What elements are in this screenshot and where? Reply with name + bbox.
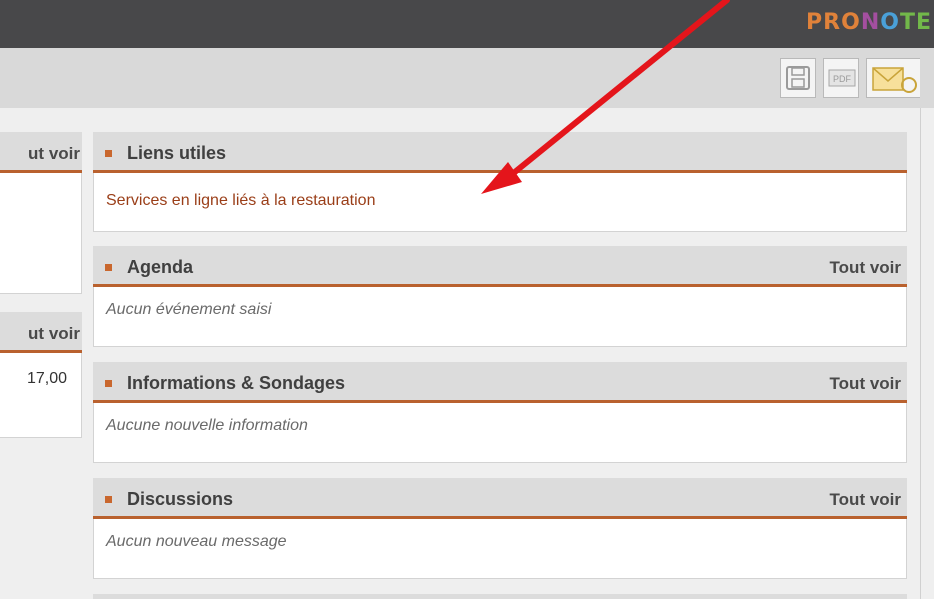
widget-body: Aucun événement saisi [93,287,907,347]
empty-message: Aucun événement saisi [106,301,272,318]
left-panel-1: ut voir [0,132,82,294]
widget-header: Discussions Tout voir [93,478,907,519]
email-button[interactable] [866,58,920,98]
see-all-link[interactable]: ut voir [28,324,80,344]
logo-part: O [880,10,900,35]
left-panel-2-body: 17,00 [0,353,82,438]
left-panel-2-header: ut voir [0,312,82,353]
bullet-icon [105,496,112,503]
widget-body: Aucun nouveau message [93,519,907,579]
widget-informations-sondages: Informations & Sondages Tout voir Aucune… [93,362,907,463]
bullet-icon [105,150,112,157]
see-all-link[interactable]: Tout voir [830,490,901,510]
empty-message: Aucune nouvelle information [106,417,308,434]
widget-body: Aucune nouvelle information [93,403,907,463]
logo-part: TE [899,10,932,35]
email-icon [872,67,917,93]
pronote-logo[interactable]: PRONOTE [806,10,932,35]
bullet-icon [105,264,112,271]
empty-message: Aucun nouveau message [106,533,287,550]
see-all-link[interactable]: ut voir [28,144,80,164]
see-all-link[interactable]: Tout voir [830,374,901,394]
left-panel-2: ut voir 17,00 [0,312,82,438]
save-button[interactable] [780,58,816,98]
bullet-icon [105,380,112,387]
widget-body: Services en ligne liés à la restauration [93,173,907,232]
widget-next [93,594,907,599]
save-icon [786,66,810,90]
widget-liens-utiles: Liens utiles Services en ligne liés à la… [93,132,907,232]
restauration-services-link[interactable]: Services en ligne liés à la restauration [106,192,375,210]
logo-part: PRO [806,10,861,35]
widget-agenda: Agenda Tout voir Aucun événement saisi [93,246,907,347]
pdf-button[interactable]: PDF [823,58,859,98]
left-panel-1-body [0,173,82,294]
widget-title: Informations & Sondages [127,373,346,393]
top-bar: PRONOTE [0,0,934,48]
logo-part: N [860,10,881,35]
widget-title: Agenda [127,257,194,277]
svg-text:PDF: PDF [833,74,852,84]
widget-header: Agenda Tout voir [93,246,907,287]
widget-header: Liens utiles [93,132,907,173]
widget-discussions: Discussions Tout voir Aucun nouveau mess… [93,478,907,579]
widget-header: Informations & Sondages Tout voir [93,362,907,403]
see-all-link[interactable]: Tout voir [830,258,901,278]
left-panel-1-header: ut voir [0,132,82,173]
grade-value: 17,00 [26,370,67,387]
divider [920,108,921,599]
widget-title: Liens utiles [127,143,227,163]
widget-title: Discussions [127,489,234,509]
pdf-icon: PDF [828,69,856,87]
